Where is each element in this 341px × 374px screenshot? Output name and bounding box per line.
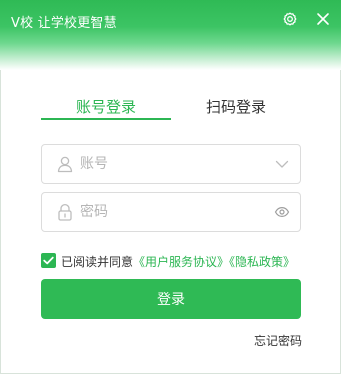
- tab-account-login[interactable]: 账号登录: [41, 96, 171, 120]
- forgot-password-link[interactable]: 忘记密码: [246, 332, 302, 349]
- checkmark-icon: [43, 256, 54, 265]
- login-button[interactable]: 登录: [41, 279, 301, 319]
- active-tab-indicator: [41, 118, 171, 120]
- agreement-checkbox[interactable]: [41, 253, 56, 268]
- gear-icon: [283, 12, 297, 26]
- window-title: V校 让学校更智慧: [11, 16, 117, 31]
- password-field: [41, 192, 301, 232]
- lock-icon: [58, 203, 72, 221]
- tab-qr-login[interactable]: 扫码登录: [171, 96, 301, 120]
- login-tabs: 账号登录 扫码登录: [41, 96, 301, 122]
- agreement-text: 已阅读并同意《用户服务协议》《隐私政策》: [61, 253, 295, 270]
- agreement-prefix: 已阅读并同意: [61, 255, 134, 269]
- privacy-link[interactable]: 《隐私政策》: [229, 255, 295, 269]
- close-icon: [317, 13, 329, 25]
- terms-link[interactable]: 《用户服务协议》: [133, 255, 229, 269]
- login-window: V校 让学校更智慧 账号登录 扫码登录 账号 已阅读并同意《用户服务协议》《隐私…: [0, 0, 341, 374]
- password-input[interactable]: [80, 201, 270, 223]
- chevron-down-icon[interactable]: [274, 156, 290, 172]
- account-field: [41, 144, 301, 184]
- close-button[interactable]: [313, 9, 333, 29]
- title-bar: V校 让学校更智慧: [0, 0, 341, 70]
- eye-icon[interactable]: [274, 204, 290, 220]
- user-icon: [57, 156, 73, 173]
- agreement-row: 已阅读并同意《用户服务协议》《隐私政策》: [41, 252, 306, 270]
- settings-button[interactable]: [280, 9, 300, 29]
- account-input[interactable]: [80, 153, 270, 175]
